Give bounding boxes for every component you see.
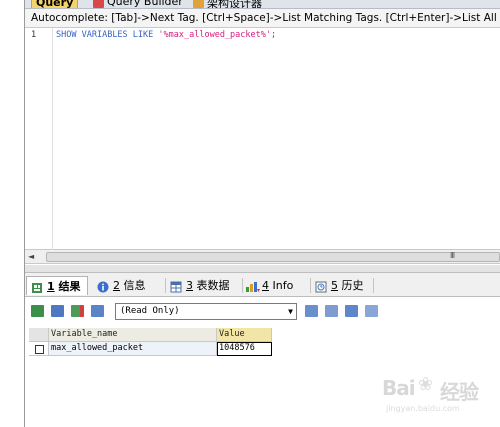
autocomplete-hint-bar: Autocomplete: [Tab]->Next Tag. [Ctrl+Spa… (25, 9, 500, 28)
row-selector-header[interactable] (29, 328, 49, 342)
tab-messages[interactable]: 2 信息 (93, 276, 166, 295)
sql-statement[interactable]: SHOW VARIABLES LIKE '%max_allowed_packet… (56, 30, 276, 40)
delete-row-icon[interactable] (325, 305, 338, 317)
left-panel-strip (0, 0, 24, 427)
save-grid-icon[interactable] (71, 305, 84, 317)
refresh-grid-icon[interactable] (91, 305, 104, 317)
tab-results-label: 结果 (58, 280, 81, 293)
tab-schema-designer-label: 架构设计器 (207, 0, 262, 9)
scrollbar-grip-icon: III (450, 251, 455, 260)
tab-table-data[interactable]: 3 表数据 (166, 276, 243, 295)
line-number: 1 (31, 30, 37, 40)
history-icon (315, 280, 327, 293)
tab-history-label: 历史 (341, 279, 364, 292)
tab-schema-designer[interactable]: 架构设计器 (193, 0, 262, 9)
scroll-left-arrow-icon[interactable]: ◄ (28, 252, 34, 261)
panel-splitter[interactable] (25, 265, 500, 273)
table-data-icon (170, 280, 182, 293)
tab-info-label: Info (272, 279, 294, 292)
insert-row-icon[interactable] (305, 305, 318, 317)
result-mode-select[interactable]: (Read Only) ▼ (115, 303, 297, 320)
query-tab-bar: Query Query Builder 架构设计器 (25, 0, 500, 9)
schema-designer-icon (193, 0, 204, 8)
tab-info-number: 4 (262, 279, 269, 292)
chart-info-icon (246, 280, 260, 292)
watermark-brand: Bai (382, 376, 416, 400)
tab-history[interactable]: 5 历史 (311, 276, 374, 295)
tab-query-builder[interactable]: Query Builder (93, 0, 183, 8)
cell-variable-name[interactable]: max_allowed_packet (49, 342, 217, 356)
result-tab-bar: 1 结果 2 信息 3 表数据 4 Info 5 历史 (25, 273, 500, 297)
editor-gutter-divider (52, 28, 53, 250)
editor-horizontal-scrollbar[interactable]: ◄ III (25, 250, 500, 264)
tab-messages-number: 2 (113, 279, 120, 292)
tab-query[interactable]: Query (31, 0, 79, 8)
result-mode-value: (Read Only) (120, 306, 180, 316)
save-changes-icon[interactable] (345, 305, 358, 317)
watermark-brand-tail: 经验 (440, 380, 479, 404)
tab-history-number: 5 (331, 279, 338, 292)
export-icon[interactable] (31, 305, 44, 317)
row-select-cell[interactable] (29, 342, 49, 356)
scrollbar-thumb[interactable]: III (46, 251, 500, 262)
result-toolbar: (Read Only) ▼ (25, 298, 500, 325)
grid-result-icon (31, 281, 43, 293)
tab-table-data-number: 3 (186, 279, 193, 292)
copy-rows-icon[interactable] (51, 305, 64, 317)
paw-icon: ❀ (418, 374, 434, 395)
query-builder-icon (93, 0, 104, 8)
row-checkbox[interactable] (35, 345, 44, 354)
column-header-value[interactable]: Value (217, 328, 272, 342)
baidu-watermark: Bai ❀ 经验 jingyan.baidu.com (376, 372, 496, 420)
sql-keyword-show: SHOW (56, 30, 77, 40)
tab-query-builder-label: Query Builder (107, 0, 183, 8)
tab-results[interactable]: 1 结果 (26, 276, 88, 295)
column-header-variable-name[interactable]: Variable_name (49, 328, 217, 342)
tab-separator (373, 278, 374, 293)
info-icon (97, 280, 109, 293)
sql-string-literal: '%max_allowed_packet%' (158, 30, 271, 40)
tab-messages-label: 信息 (123, 279, 146, 292)
sql-editor[interactable]: 1 SHOW VARIABLES LIKE '%max_allowed_pack… (25, 28, 500, 250)
sql-keyword-like: LIKE (132, 30, 154, 40)
tab-table-data-label: 表数据 (196, 279, 230, 292)
sql-keyword-variables: VARIABLES (81, 30, 128, 40)
cell-value[interactable]: 1048576 (217, 342, 272, 356)
chevron-down-icon: ▼ (288, 307, 293, 316)
tab-info[interactable]: 4 Info (242, 276, 311, 295)
tab-results-number: 1 (47, 280, 55, 293)
sql-terminator: ; (271, 30, 277, 40)
cancel-changes-icon[interactable] (365, 305, 378, 317)
watermark-url: jingyan.baidu.com (386, 404, 460, 413)
